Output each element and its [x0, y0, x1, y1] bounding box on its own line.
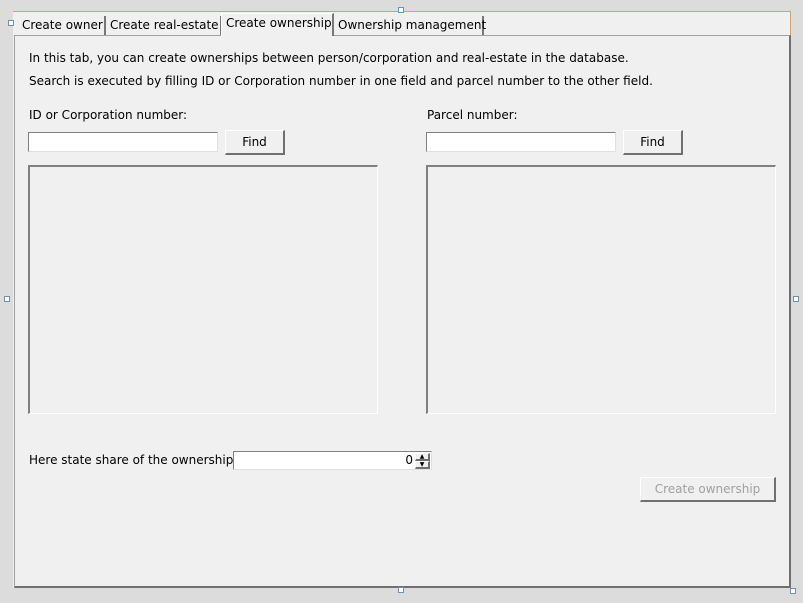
find-parcel-button[interactable]: Find [623, 130, 683, 155]
resize-handle-icon[interactable] [793, 296, 799, 302]
tab-create-ownership[interactable]: Create ownership [221, 13, 334, 36]
share-value: 0 [405, 453, 413, 467]
id-input[interactable] [28, 132, 218, 152]
tab-ownership-management[interactable]: Ownership management [334, 16, 486, 35]
resize-handle-icon[interactable] [790, 588, 796, 594]
parcel-results-list[interactable] [426, 165, 776, 414]
find-id-button[interactable]: Find [225, 130, 285, 155]
parcel-input[interactable] [426, 132, 616, 152]
resize-handle-icon[interactable] [4, 296, 10, 302]
tab-create-owner[interactable]: Create owner [18, 16, 106, 35]
resize-handle-icon[interactable] [398, 587, 404, 593]
resize-handle-icon[interactable] [398, 7, 404, 13]
intro-line-2: Search is executed by filling ID or Corp… [29, 74, 653, 88]
share-spinbox[interactable]: 0 ▲ ▼ [233, 451, 432, 470]
tab-create-real-estate[interactable]: Create real-estate [106, 16, 222, 35]
spin-down-icon[interactable]: ▼ [415, 461, 430, 469]
spin-up-icon[interactable]: ▲ [415, 453, 430, 461]
parcel-label: Parcel number: [427, 108, 518, 122]
owner-results-list[interactable] [28, 165, 378, 414]
id-label: ID or Corporation number: [29, 108, 188, 122]
intro-line-1: In this tab, you can create ownerships b… [29, 51, 629, 65]
resize-handle-icon[interactable] [8, 20, 14, 26]
create-ownership-button[interactable]: Create ownership [640, 477, 776, 502]
share-label: Here state share of the ownership: [29, 453, 238, 467]
